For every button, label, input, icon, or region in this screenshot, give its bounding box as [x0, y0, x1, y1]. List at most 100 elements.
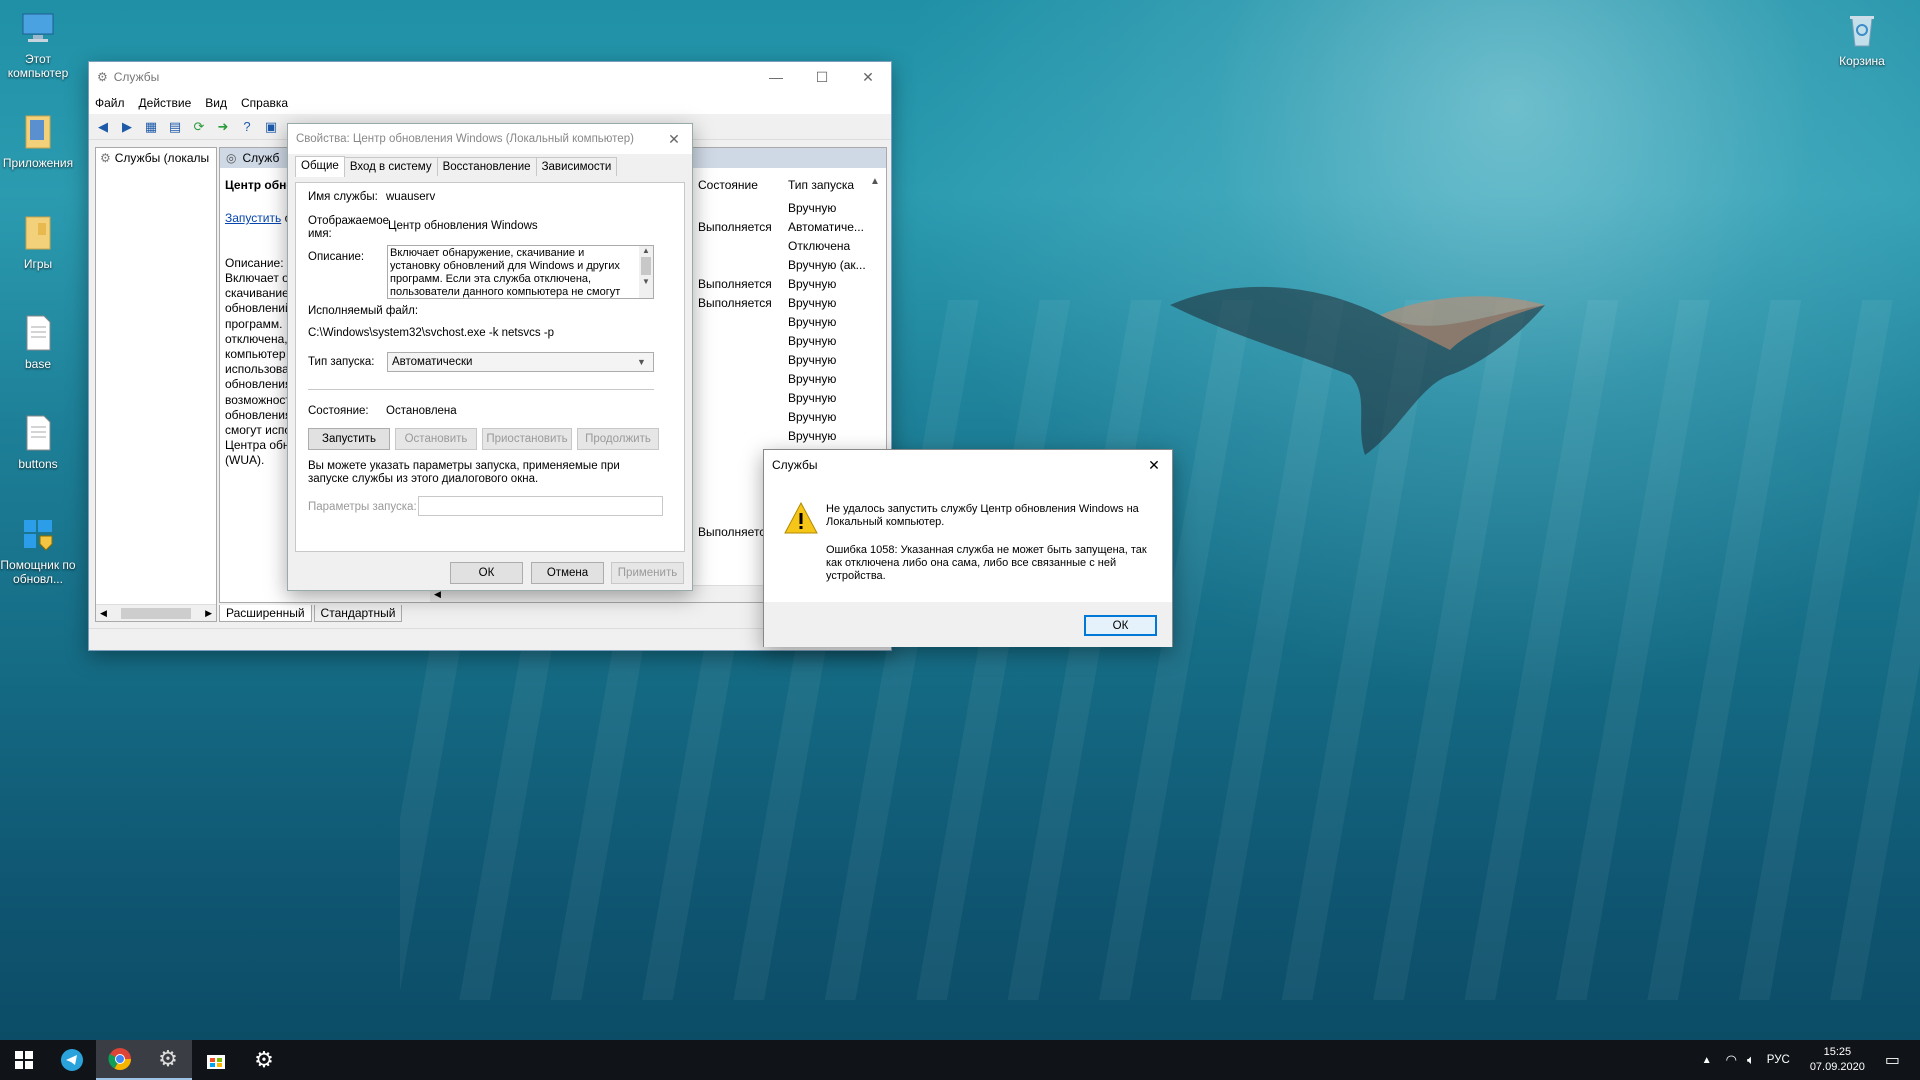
tab-logon[interactable]: Вход в систему [343, 157, 438, 176]
wallpaper-diver [1170, 286, 1545, 455]
table-row[interactable]: Вручную [698, 369, 878, 388]
clock[interactable]: 15:25 07.09.2020 [1810, 1045, 1865, 1075]
ok-button[interactable]: ОК [450, 562, 523, 584]
start-button[interactable]: Запустить [308, 428, 390, 450]
executable-path: C:\Windows\system32\svchost.exe -k netsv… [308, 327, 555, 339]
divider [308, 389, 654, 390]
maximize-button[interactable]: ☐ [799, 62, 845, 92]
description-label: Описание: [225, 256, 284, 270]
row-startup-type: Автоматиче... [788, 219, 864, 234]
tab-extended[interactable]: Расширенный [219, 605, 312, 622]
desktop-icon-recycle-bin[interactable]: Корзина [1822, 10, 1902, 68]
table-row[interactable]: Вручную [698, 426, 878, 445]
description-line: скачивание [225, 286, 289, 301]
taskbar-chrome[interactable] [96, 1040, 144, 1080]
error-details: Ошибка 1058: Указанная служба не может б… [826, 544, 1147, 582]
table-row[interactable]: Вручную [698, 388, 878, 407]
tab-general[interactable]: Общие [295, 156, 345, 177]
tab-recovery[interactable]: Восстановление [436, 157, 537, 176]
service-state-value: Остановлена [386, 405, 457, 417]
desktop-icon-label: Этот компьютер [7, 52, 69, 80]
column-header-startup-type[interactable]: Тип запуска [788, 178, 854, 192]
language-indicator[interactable]: РУС [1767, 1054, 1790, 1066]
start-params-input[interactable] [418, 496, 663, 516]
taskbar-store[interactable] [192, 1040, 240, 1080]
table-row[interactable]: Вручную [698, 331, 878, 350]
taskbar-settings[interactable]: ⚙ [240, 1040, 288, 1080]
close-button[interactable]: ✕ [845, 62, 891, 92]
desktop-icon-apps[interactable]: Приложения [0, 112, 76, 170]
error-message: Не удалось запустить службу Центр обновл… [826, 503, 1139, 528]
taskbar-telegram[interactable] [48, 1040, 96, 1080]
desktop-icon-games[interactable]: Игры [0, 213, 76, 271]
table-row[interactable]: Вручную [698, 350, 878, 369]
desktop-icon-this-pc[interactable]: Этот компьютер [0, 8, 76, 80]
description-line: возможност [225, 392, 291, 407]
close-button[interactable]: ✕ [656, 124, 692, 154]
error-ok-button[interactable]: ОК [1084, 615, 1157, 636]
tree-hscrollbar[interactable]: ◀ ▶ [96, 604, 216, 621]
row-status: Выполняется [698, 276, 772, 291]
desktop-icon-label: Корзина [1839, 54, 1885, 68]
volume-icon[interactable]: 🔈︎ [1747, 1052, 1755, 1068]
taskbar-services[interactable]: ⚙ [144, 1040, 192, 1080]
show-tree-icon[interactable]: ▦ [141, 118, 161, 136]
display-name-value: Центр обновления Windows [388, 220, 538, 232]
show-hidden-icons-icon[interactable]: ▲ [1702, 1055, 1712, 1066]
properties-icon[interactable]: ▤ [165, 118, 185, 136]
table-row[interactable]: Вручную [698, 312, 878, 331]
close-button[interactable]: ✕ [1136, 450, 1172, 480]
menu-view[interactable]: Вид [205, 96, 227, 110]
service-detail-title: Центр обно [225, 178, 294, 192]
startup-type-select[interactable]: Автоматически ▼ [387, 352, 654, 372]
table-row[interactable]: Вручную [698, 407, 878, 426]
refresh-icon[interactable]: ⟳ [189, 118, 209, 136]
table-row[interactable]: Вручную (ак... [698, 255, 878, 274]
menu-action[interactable]: Действие [139, 96, 192, 110]
cancel-button[interactable]: Отмена [531, 562, 604, 584]
apply-button[interactable]: Применить [611, 562, 684, 584]
start-button[interactable] [0, 1040, 48, 1080]
notifications-icon[interactable]: ▭ [1885, 1050, 1900, 1070]
description-line: (WUA). [225, 453, 265, 468]
network-icon[interactable]: ◠ [1726, 1052, 1737, 1068]
table-row[interactable]: Выполняется Автоматиче... [698, 217, 878, 236]
menu-help[interactable]: Справка [241, 96, 288, 110]
table-row[interactable]: Вручную [698, 198, 878, 217]
tree-item-services-local[interactable]: ⚙ Службы (локалы [96, 148, 216, 168]
folder-icon [18, 112, 58, 152]
store-icon [207, 1055, 225, 1069]
export-icon[interactable]: ➜ [213, 118, 233, 136]
description-line: обновления [225, 407, 292, 422]
pause-button[interactable]: Приостановить [482, 428, 572, 450]
properties-dialog: Свойства: Центр обновления Windows (Лока… [287, 123, 693, 591]
services-gear-icon: ⚙ [158, 1046, 178, 1071]
scroll-left-icon[interactable]: ◀ [100, 608, 107, 619]
minimize-button[interactable]: — [753, 62, 799, 92]
table-row[interactable]: Отключена [698, 236, 878, 255]
forward-arrow-icon[interactable]: ▶ [117, 118, 137, 136]
back-arrow-icon[interactable]: ◀ [93, 118, 113, 136]
start-service-link[interactable]: Запустить [225, 211, 281, 225]
row-startup-type: Вручную [788, 276, 837, 291]
menu-file[interactable]: Файл [95, 96, 125, 110]
description-scrollbar[interactable]: ▲ ▼ [639, 246, 653, 298]
scroll-right-icon[interactable]: ▶ [205, 608, 212, 619]
tab-standard[interactable]: Стандартный [313, 605, 403, 622]
table-row[interactable]: Выполняется Вручную [698, 274, 878, 293]
desktop-icon-update-assistant[interactable]: Помощник по обновл... [0, 514, 76, 586]
search-icon: ◎ [226, 151, 237, 165]
tab-dependencies[interactable]: Зависимости [535, 157, 618, 176]
help-icon[interactable]: ? [237, 118, 257, 136]
desktop-icon-buttons[interactable]: buttons [0, 413, 76, 471]
description-box[interactable]: Включает обнаружение, скачивание и устан… [387, 245, 654, 299]
scroll-up-icon[interactable]: ▲ [870, 176, 880, 187]
column-header-status[interactable]: Состояние [698, 178, 758, 192]
warning-icon [784, 501, 818, 537]
view-icon[interactable]: ▣ [261, 118, 281, 136]
desktop-icon-base[interactable]: base [0, 313, 76, 371]
resume-button[interactable]: Продолжить [577, 428, 659, 450]
menubar: Файл Действие Вид Справка [89, 92, 891, 114]
table-row[interactable]: Выполняется Вручную [698, 293, 878, 312]
stop-button[interactable]: Остановить [395, 428, 477, 450]
